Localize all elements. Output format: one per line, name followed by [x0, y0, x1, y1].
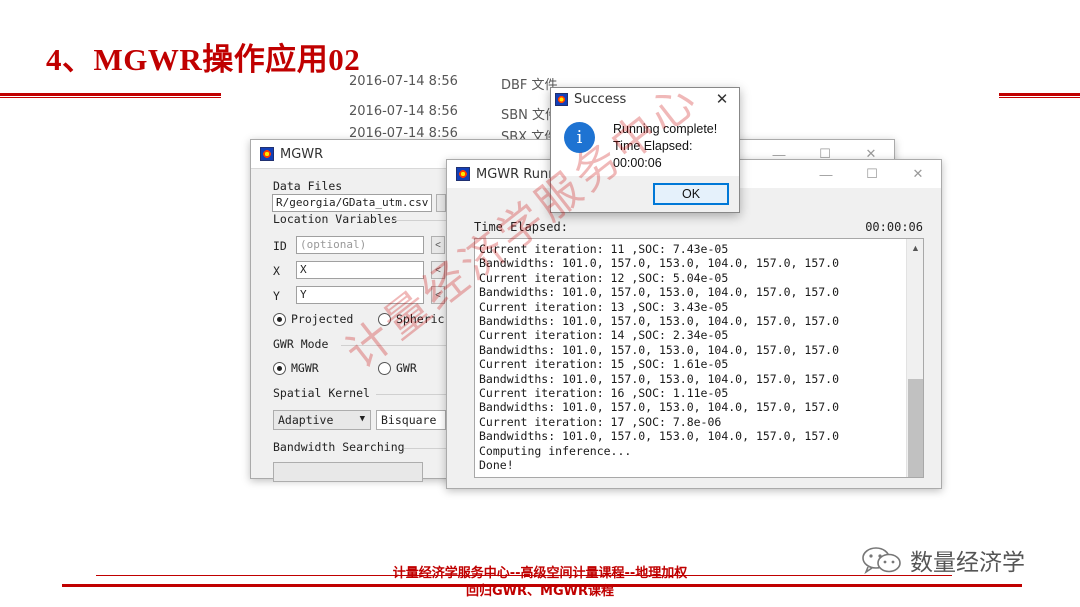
- log-line: Current iteration: 12 ,SOC: 5.04e-05: [479, 270, 729, 285]
- gwr-radio[interactable]: GWR: [378, 361, 417, 375]
- x-add-button[interactable]: <: [431, 261, 445, 279]
- kernel-function-value: Bisquare: [381, 413, 437, 427]
- radio-dot: [378, 312, 391, 326]
- ok-button[interactable]: OK: [653, 183, 729, 205]
- y-add-button[interactable]: <: [431, 286, 445, 304]
- log-line: Current iteration: 14 ,SOC: 2.34e-05: [479, 328, 729, 343]
- radio-dot: [273, 361, 286, 375]
- y-label: Y: [273, 289, 280, 303]
- file-date: 2016-07-14 8:56: [349, 74, 458, 89]
- log-scrollbar[interactable]: ▲: [906, 239, 923, 477]
- dialog-button-bar: OK: [551, 176, 739, 212]
- data-files-label: Data Files: [273, 179, 343, 193]
- log-line: Bandwidths: 101.0, 157.0, 153.0, 104.0, …: [479, 400, 840, 415]
- x-field[interactable]: X: [296, 261, 424, 279]
- radio-dot: [378, 361, 391, 375]
- bandwidth-searching-label: Bandwidth Searching: [273, 440, 405, 454]
- log-line: Computing inference...: [479, 443, 632, 458]
- file-date: 2016-07-14 8:56: [349, 104, 458, 119]
- divider: [404, 448, 446, 449]
- gwr-option-label: GWR: [396, 361, 417, 375]
- spatial-kernel-label: Spatial Kernel: [273, 386, 370, 400]
- log-line: Bandwidths: 101.0, 157.0, 153.0, 104.0, …: [479, 285, 840, 300]
- id-add-button[interactable]: <: [431, 236, 445, 254]
- radio-dot: [273, 312, 286, 326]
- mgwr-window-title: MGWR: [280, 146, 324, 162]
- log-line: Current iteration: 16 ,SOC: 1.11e-05: [479, 386, 729, 400]
- x-label: X: [273, 264, 280, 278]
- success-titlebar[interactable]: Success ✕: [551, 88, 739, 110]
- footer-line-1: 计量经济学服务中心--高级空间计量课程--地理加权: [392, 566, 688, 581]
- log-line: Bandwidths: 101.0, 157.0, 153.0, 104.0, …: [479, 314, 840, 328]
- gwr-mode-label: GWR Mode: [273, 337, 329, 351]
- data-file-field[interactable]: R/georgia/GData_utm.csv: [272, 194, 432, 212]
- id-label: ID: [273, 239, 287, 253]
- scroll-up-icon[interactable]: ▲: [907, 239, 923, 256]
- mgwr-radio[interactable]: MGWR: [273, 361, 319, 375]
- projected-label: Projected: [291, 312, 354, 326]
- spherical-label: Spheric: [396, 312, 445, 326]
- minimize-icon[interactable]: —: [803, 160, 849, 188]
- mgwr-app-icon: [260, 147, 274, 161]
- slide-title: 4、MGWR操作应用02: [46, 42, 361, 77]
- log-line: Current iteration: 17 ,SOC: 7.8e-06: [479, 414, 722, 429]
- maximize-icon[interactable]: ☐: [849, 160, 895, 188]
- kernel-function-select[interactable]: Bisquare: [376, 410, 446, 430]
- divider: [376, 394, 446, 395]
- mgwr-option-label: MGWR: [291, 361, 319, 375]
- log-line: Current iteration: 13 ,SOC: 3.43e-05: [479, 299, 729, 314]
- spherical-radio[interactable]: Spheric: [378, 312, 444, 326]
- success-title: Success: [574, 91, 627, 107]
- y-field[interactable]: Y: [296, 286, 424, 304]
- log-line: Done!: [479, 458, 514, 472]
- id-field[interactable]: (optional): [296, 236, 424, 254]
- close-icon[interactable]: ✕: [895, 160, 941, 188]
- success-elapsed-value: 00:00:06: [613, 156, 662, 170]
- browse-button[interactable]: [436, 194, 446, 212]
- footer-rule: [62, 584, 1022, 587]
- running-window-title: MGWR Runn: [476, 166, 557, 182]
- chevron-down-icon: ▼: [359, 414, 365, 424]
- scroll-thumb[interactable]: [908, 379, 923, 477]
- log-line: Bandwidths: 101.0, 157.0, 153.0, 104.0, …: [479, 256, 840, 271]
- log-line: Current iteration: 15 ,SOC: 1.61e-05: [479, 357, 729, 372]
- location-variables-label: Location Variables: [273, 212, 398, 226]
- mgwr-app-icon: [456, 167, 470, 181]
- run-log[interactable]: Current iteration: 11 ,SOC: 7.43e-05 Ban…: [474, 238, 924, 478]
- kernel-type-select[interactable]: Adaptive ▼: [273, 410, 371, 430]
- time-elapsed-value: 00:00:06: [865, 220, 923, 234]
- log-line: Bandwidths: 101.0, 157.0, 153.0, 104.0, …: [479, 371, 840, 386]
- log-line: Bandwidths: 101.0, 157.0, 153.0, 104.0, …: [479, 342, 840, 357]
- close-icon[interactable]: ✕: [705, 88, 739, 110]
- success-message: Running complete!: [613, 122, 718, 136]
- log-line: Bandwidths: 101.0, 157.0, 153.0, 104.0, …: [479, 429, 840, 444]
- info-icon: i: [564, 122, 595, 153]
- kernel-type-value: Adaptive: [278, 413, 334, 427]
- success-dialog: Success ✕ i Running complete! Time Elaps…: [550, 87, 740, 213]
- success-elapsed-label: Time Elapsed:: [613, 139, 693, 153]
- footer-line-2: 回归GWR、MGWR课程: [466, 584, 614, 599]
- projected-radio[interactable]: Projected: [273, 312, 353, 326]
- success-body: i Running complete! Time Elapsed: 00:00:…: [551, 110, 739, 212]
- footer-rule-thin: [96, 575, 952, 576]
- divider: [391, 220, 446, 221]
- time-elapsed-label: Time Elapsed:: [474, 220, 568, 234]
- bandwidth-select[interactable]: [273, 462, 423, 482]
- divider: [341, 345, 446, 346]
- log-line: Current iteration: 11 ,SOC: 7.43e-05: [479, 242, 729, 256]
- mgwr-app-icon: [555, 92, 568, 106]
